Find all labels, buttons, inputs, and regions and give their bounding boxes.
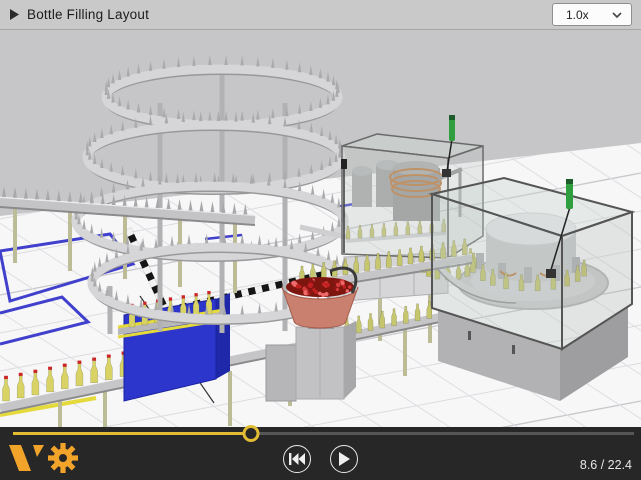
vc-logo xyxy=(9,444,45,472)
header-bar: Bottle Filling Layout 1.0x xyxy=(0,0,641,30)
collapse-arrow-icon[interactable] xyxy=(10,9,19,20)
app-window: Bottle Filling Layout 1.0x xyxy=(0,0,641,480)
speed-dropdown[interactable]: 1.0x xyxy=(552,3,632,26)
speed-value: 1.0x xyxy=(566,8,589,22)
play-button[interactable] xyxy=(330,445,358,473)
viewport-3d[interactable] xyxy=(0,31,641,427)
chevron-down-icon xyxy=(612,12,622,18)
timeline-progress xyxy=(13,432,251,435)
skip-to-start-icon xyxy=(289,453,305,465)
skip-to-start-button[interactable] xyxy=(283,445,311,473)
time-display: 8.6 / 22.4 xyxy=(580,458,632,472)
settings-gear-button[interactable] xyxy=(47,442,79,474)
playback-bar: 8.6 / 22.4 xyxy=(0,427,641,480)
timeline-slider[interactable] xyxy=(13,432,634,435)
play-icon xyxy=(338,452,350,466)
page-title: Bottle Filling Layout xyxy=(27,7,149,22)
slider-handle[interactable] xyxy=(243,425,260,442)
